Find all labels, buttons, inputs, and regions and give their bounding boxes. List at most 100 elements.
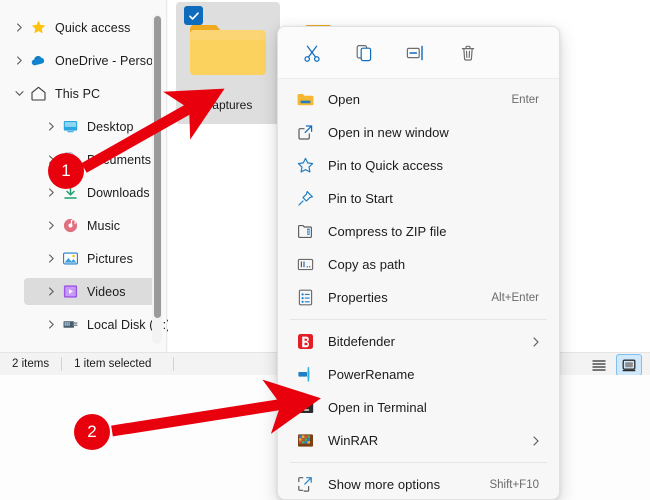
- context-menu-item-label: Bitdefender: [328, 334, 396, 349]
- file-tile-captures[interactable]: Captures: [176, 2, 280, 124]
- context-menu[interactable]: Open Enter Open in new window Pin to Quick …: [277, 26, 560, 500]
- context-menu-item-label: Show more options: [328, 477, 441, 492]
- context-menu-item-open-in-terminal[interactable]: Open in Terminal: [282, 391, 555, 424]
- context-menu-item-label: Open in Terminal: [328, 400, 427, 415]
- chevron-right-icon[interactable]: [10, 19, 28, 37]
- context-menu-separator: [290, 319, 547, 320]
- sidebar-item-desktop[interactable]: Desktop: [24, 113, 158, 140]
- copy-path-icon: [294, 254, 316, 276]
- context-menu-item-label: Compress to ZIP file: [328, 224, 447, 239]
- star-icon: [28, 19, 48, 37]
- sidebar-item-label: Videos: [87, 284, 126, 299]
- sidebar-item-music[interactable]: Music: [24, 212, 158, 239]
- context-menu-item-shortcut: Alt+Enter: [491, 291, 539, 304]
- sidebar-item-this-pc[interactable]: This PC: [8, 80, 158, 107]
- details-view-icon[interactable]: [586, 354, 612, 375]
- status-selection: 1 item selected: [74, 358, 152, 370]
- context-menu-item-label: Pin to Quick access: [328, 158, 444, 173]
- context-menu-item-label: Open: [328, 92, 361, 107]
- status-divider-2: [173, 357, 175, 371]
- winrar-icon: [294, 430, 316, 452]
- chevron-right-icon[interactable]: [10, 52, 28, 70]
- selection-checkbox[interactable]: [184, 6, 203, 25]
- sidebar-item-pictures[interactable]: Pictures: [24, 245, 158, 272]
- music-icon: [60, 217, 80, 235]
- bitdefender-icon: [294, 331, 316, 353]
- context-menu-item-label: Copy as path: [328, 257, 406, 272]
- context-menu-item-copy-as-path[interactable]: Copy as path: [282, 248, 555, 281]
- new-window-icon: [294, 122, 316, 144]
- zip-icon: [294, 221, 316, 243]
- context-menu-item-properties[interactable]: Properties Alt+Enter: [282, 281, 555, 314]
- context-menu-item-label: WinRAR: [328, 433, 379, 448]
- sidebar-item-label: Music: [87, 218, 121, 233]
- context-menu-item-bitdefender[interactable]: Bitdefender: [282, 325, 555, 358]
- sidebar-item-onedrive-perso[interactable]: OneDrive - Perso: [8, 47, 158, 74]
- videos-icon: [60, 283, 80, 301]
- properties-icon: [294, 287, 316, 309]
- chevron-right-icon[interactable]: [42, 283, 60, 301]
- context-menu-item-pin-to-start[interactable]: Pin to Start: [282, 182, 555, 215]
- context-menu-item-show-more-options[interactable]: Show more options Shift+F10: [282, 468, 555, 499]
- sidebar-item-local-disk-c[interactable]: Local Disk (C:): [24, 311, 168, 338]
- annotation-badge-2: 2: [74, 414, 110, 450]
- context-menu-items[interactable]: Open Enter Open in new window Pin to Quick …: [278, 79, 559, 499]
- submenu-chevron-icon[interactable]: [531, 435, 541, 446]
- sidebar-item-label: OneDrive - Perso: [55, 53, 154, 68]
- folder-open-icon: [294, 89, 316, 111]
- onedrive-icon: [28, 52, 48, 70]
- status-divider-1: [61, 357, 63, 371]
- sidebar-item-videos[interactable]: Videos: [24, 278, 158, 305]
- chevron-right-icon[interactable]: [42, 316, 60, 334]
- submenu-chevron-icon[interactable]: [531, 336, 541, 347]
- sidebar-item-label: This PC: [55, 86, 101, 101]
- copy-icon[interactable]: [344, 36, 384, 70]
- context-menu-toolbar[interactable]: [278, 27, 559, 79]
- chevron-right-icon[interactable]: [42, 217, 60, 235]
- sidebar-item-quick-access[interactable]: Quick access: [8, 14, 158, 41]
- terminal-icon: [294, 397, 316, 419]
- context-menu-item-label: Properties: [328, 290, 388, 305]
- star-outline-icon: [294, 155, 316, 177]
- rename-icon[interactable]: [396, 36, 436, 70]
- context-menu-item-label: Pin to Start: [328, 191, 393, 206]
- context-menu-item-open-in-new-window[interactable]: Open in new window: [282, 116, 555, 149]
- this-pc-icon: [28, 85, 48, 103]
- cut-icon[interactable]: [292, 36, 332, 70]
- sidebar-item-label: Desktop: [87, 119, 134, 134]
- pictures-icon: [60, 250, 80, 268]
- pin-icon: [294, 188, 316, 210]
- local-disk-icon: [60, 316, 80, 334]
- delete-icon[interactable]: [448, 36, 488, 70]
- sidebar-item-downloads[interactable]: Downloads: [24, 179, 158, 206]
- navigation-pane[interactable]: Quick access OneDrive - Perso This PC Deskt…: [0, 0, 168, 352]
- context-menu-item-shortcut: Enter: [511, 93, 540, 106]
- annotation-badge-1: 1: [48, 153, 84, 189]
- sidebar-item-label: Downloads: [87, 185, 150, 200]
- context-menu-item-powerrename[interactable]: PowerRename: [282, 358, 555, 391]
- chevron-right-icon[interactable]: [42, 118, 60, 136]
- chevron-right-icon[interactable]: [42, 250, 60, 268]
- file-name-label: Captures: [203, 98, 253, 112]
- screenshot-root: Quick access OneDrive - Perso This PC Deskt…: [0, 0, 650, 500]
- powerrename-icon: [294, 364, 316, 386]
- large-icons-view-icon[interactable]: [616, 354, 642, 375]
- sidebar-item-label: Quick access: [55, 20, 131, 35]
- context-menu-item-open[interactable]: Open Enter: [282, 83, 555, 116]
- sidebar-item-documents[interactable]: Documents: [24, 146, 158, 173]
- context-menu-item-pin-to-quick-access[interactable]: Pin to Quick access: [282, 149, 555, 182]
- context-menu-item-compress-to-zip-file[interactable]: Compress to ZIP file: [282, 215, 555, 248]
- context-menu-item-label: PowerRename: [328, 367, 415, 382]
- more-options-icon: [294, 474, 316, 496]
- sidebar-item-label: Documents: [87, 152, 152, 167]
- context-menu-item-winrar[interactable]: WinRAR: [282, 424, 555, 457]
- pane-divider: [166, 0, 167, 352]
- sidebar-item-label: Pictures: [87, 251, 133, 266]
- context-menu-item-shortcut: Shift+F10: [489, 478, 539, 491]
- chevron-down-icon[interactable]: [10, 85, 28, 103]
- context-menu-separator: [290, 462, 547, 463]
- context-menu-item-label: Open in new window: [328, 125, 449, 140]
- view-mode-buttons[interactable]: [586, 354, 642, 375]
- navigation-scrollbar-thumb[interactable]: [154, 16, 161, 318]
- status-item-count: 2 items: [12, 358, 50, 370]
